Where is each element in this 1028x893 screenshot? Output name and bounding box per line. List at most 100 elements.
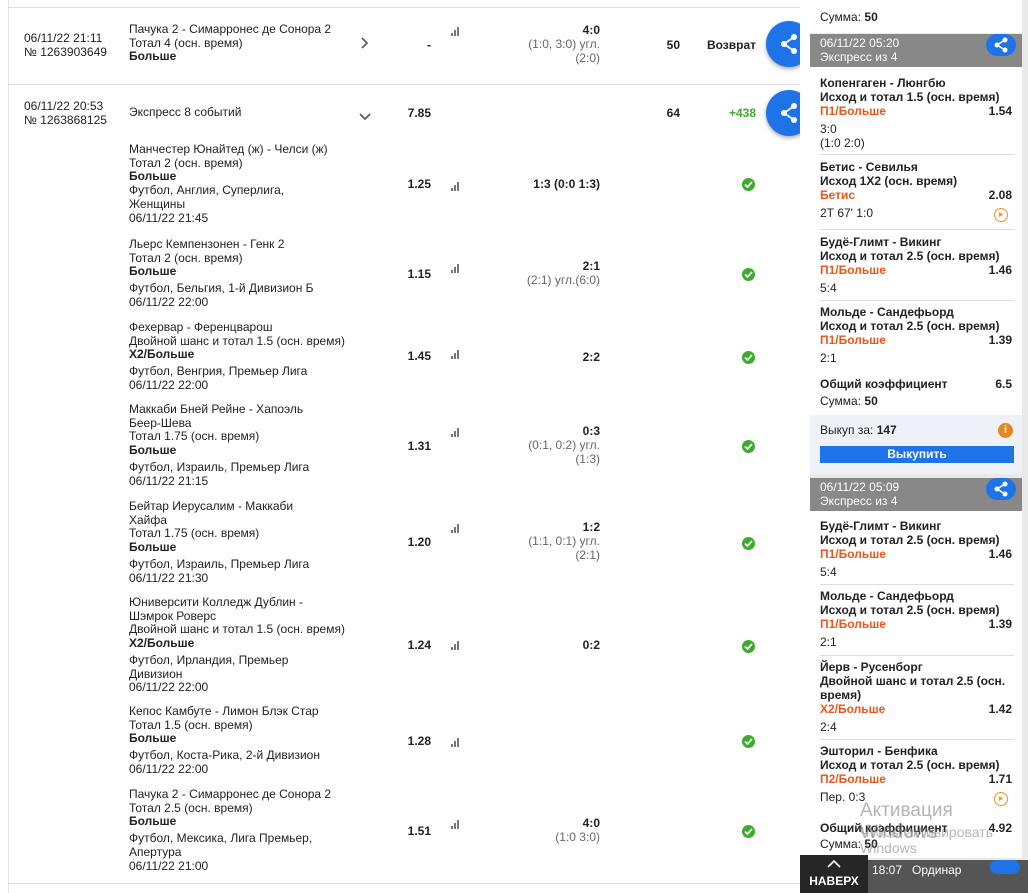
event-1: Манчестер Юнайтед (ж) - Челси (ж) Тотал 2… xyxy=(129,142,328,225)
event-coef: 1.24 xyxy=(407,638,431,652)
cashout-label: Выкуп за: 147 xyxy=(820,423,897,437)
event-7: Кепос Камбуте - Лимон Блэк Стар Тотал 1.5… xyxy=(129,704,320,776)
event-score: 2:1 (2:1) угл.(6:0) xyxy=(526,259,600,287)
bet-card-1[interactable]: 06/11/22 05:20 Экспресс из 4 Копенгаген -… xyxy=(810,34,1022,474)
share-button[interactable] xyxy=(766,21,800,67)
share-icon xyxy=(994,37,1008,53)
card-event: Йерв - Русенборг Двойной шанс и тотал 2.5… xyxy=(820,660,1006,734)
check-icon xyxy=(742,351,755,364)
event-2: Льерс Кемпензонен - Генк 2 Тотал 2 (осн. … xyxy=(129,237,314,309)
event-selection: Больше xyxy=(129,49,177,64)
bet-history-list: 06/11/22 21:11 № 1263903649 Пачука 2 - С… xyxy=(0,0,800,893)
event-coef: 1.42 xyxy=(988,702,1012,716)
chevron-up-icon xyxy=(827,859,841,868)
check-icon xyxy=(742,735,755,748)
bet-datetime: 06/11/22 21:11 xyxy=(24,31,103,45)
check-icon xyxy=(742,537,755,550)
card-event: Мольде - Сандефьорд Исход и тотал 2.5 (ос… xyxy=(820,589,1000,649)
event-score: 2:2 xyxy=(582,350,600,364)
bet-sum: 50 xyxy=(666,38,680,52)
card-event: Копенгаген - Люнгбю Исход и тотал 1.5 (ос… xyxy=(820,76,1000,150)
event-3: Фехервар - Ференцварош Двойной шанс и тот… xyxy=(129,320,345,392)
cashout-button[interactable]: Выкупить xyxy=(820,446,1014,463)
bet-result: Возврат xyxy=(706,38,756,52)
card-top-remainder: Сумма: 50 xyxy=(810,0,1022,33)
event-coef: 1.51 xyxy=(407,824,431,838)
card-event: Бетис - Севилья Исход 1Х2 (осн. время) Бе… xyxy=(820,160,958,220)
share-button[interactable] xyxy=(986,34,1016,56)
bet-datetime: 06/11/22 20:53 xyxy=(24,99,104,113)
total-coef: 6.5 xyxy=(995,377,1012,391)
card-event: Мольде - Сандефьорд Исход и тотал 2.5 (ос… xyxy=(820,305,1000,365)
bet-win: +438 xyxy=(728,106,756,120)
card-sum: Сумма: 50 xyxy=(820,394,878,408)
event-coef: 1.46 xyxy=(988,263,1012,277)
event-score: 0:2 xyxy=(582,638,600,652)
event-coef: 2.08 xyxy=(988,188,1012,202)
event-score: 1:3 (0:0 1:3) xyxy=(533,177,600,191)
bet-number: № 1263903649 xyxy=(24,45,107,59)
row-divider xyxy=(8,883,800,884)
event-coef: 1.25 xyxy=(407,177,431,191)
card-event: Будё-Глимт - Викинг Исход и тотал 2.5 (ос… xyxy=(820,235,1000,295)
play-icon[interactable] xyxy=(994,208,1008,222)
express-title: Экспресс 8 событий xyxy=(129,105,242,119)
share-button[interactable] xyxy=(986,478,1016,500)
check-icon xyxy=(742,178,755,191)
stats-icon[interactable] xyxy=(451,524,461,533)
bet-coef: 7.85 xyxy=(407,106,431,120)
stats-icon[interactable] xyxy=(451,27,461,36)
check-icon xyxy=(742,640,755,653)
stats-icon[interactable] xyxy=(451,738,461,747)
stats-icon[interactable] xyxy=(451,264,461,273)
bet-score: 4:0 (1:0, 3:0) угл. (2:0) xyxy=(528,23,600,65)
event-4: Маккаби Бней Рейне - Хапоэль Беер-Шева Тот… xyxy=(129,402,310,488)
stats-icon[interactable] xyxy=(451,182,461,191)
share-button[interactable] xyxy=(990,860,1020,874)
chevron-down-icon[interactable] xyxy=(359,110,371,124)
row-divider xyxy=(8,84,800,85)
bet-sum: 64 xyxy=(666,106,680,120)
event-coef: 1.54 xyxy=(988,104,1012,118)
card-event: Будё-Глимт - Викинг Исход и тотал 2.5 (ос… xyxy=(820,519,1000,579)
scrollbar[interactable] xyxy=(800,0,810,893)
event-score: 1:2 (1:1, 0:1) угл. (2:1) xyxy=(528,520,600,562)
bet-number: № 1263868125 xyxy=(24,113,107,127)
event-coef: 1.71 xyxy=(988,772,1012,786)
event-6: Юниверсити Колледж Дублин - Шэмрок Роверс… xyxy=(129,595,345,695)
card-event: Эшторил - Бенфика Исход и тотал 2.5 (осн.… xyxy=(820,744,1000,804)
event-8: Пачука 2 - Симарронес де Сонора 2 Тотал 2… xyxy=(129,787,332,873)
event-coef: 1.45 xyxy=(407,349,431,363)
event-coef: 1.15 xyxy=(407,267,431,281)
event-name: Пачука 2 - Симарронес де Сонора 2 xyxy=(129,22,332,36)
total-coef-label: Общий коэффициент xyxy=(820,377,948,391)
check-icon xyxy=(742,268,755,281)
event-coef: 1.39 xyxy=(988,617,1012,631)
event-coef: 1.39 xyxy=(988,333,1012,347)
left-border xyxy=(8,0,9,893)
stats-icon[interactable] xyxy=(451,350,461,359)
share-button[interactable] xyxy=(766,90,800,136)
chevron-right-icon[interactable] xyxy=(361,37,369,52)
event-coef: 1.20 xyxy=(407,535,431,549)
stats-icon[interactable] xyxy=(451,428,461,437)
windows-watermark-sub: Чтобы активировать Windows xyxy=(860,824,993,856)
event-score: 4:0 (1:0 3:0) xyxy=(555,816,600,844)
bet-coef: - xyxy=(427,38,431,52)
event-market: Тотал 4 (осн. время) xyxy=(129,35,243,50)
row-divider xyxy=(8,7,800,8)
stats-icon[interactable] xyxy=(451,641,461,650)
sidebar-bets: Сумма: 50 06/11/22 05:20 Экспресс из 4 Ко… xyxy=(810,0,1028,893)
event-coef: 1.46 xyxy=(988,547,1012,561)
event-coef: 1.28 xyxy=(407,734,431,748)
to-top-button[interactable]: НАВЕРХ xyxy=(800,855,868,893)
event-score: 0:3 (0:1, 0:2) угл. (1:3) xyxy=(528,424,600,466)
share-icon xyxy=(781,103,797,123)
check-icon xyxy=(742,440,755,453)
event-coef: 1.31 xyxy=(407,439,431,453)
info-icon[interactable]: i xyxy=(998,423,1013,438)
stats-icon[interactable] xyxy=(451,820,461,829)
bet-event: Пачука 2 - Симарронес де Сонора 2 Тотал … xyxy=(129,22,354,64)
share-icon xyxy=(781,34,797,54)
card-header-3[interactable]: 18:07 Ординар xyxy=(868,860,1028,893)
